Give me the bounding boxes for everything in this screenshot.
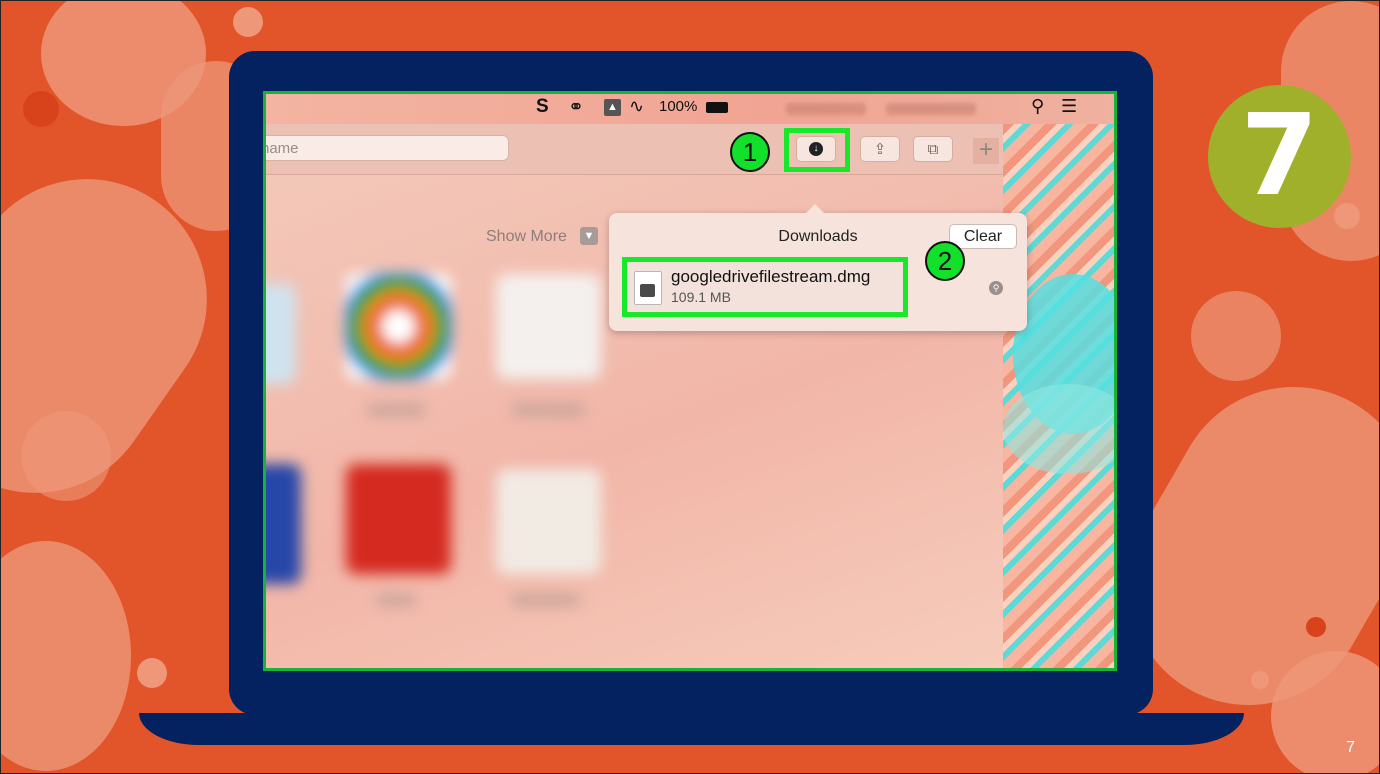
bg-dot — [23, 91, 59, 127]
blurred-clock — [786, 103, 866, 115]
new-tab-button[interactable]: + — [973, 138, 999, 164]
callout-badge-1: 1 — [730, 132, 770, 172]
bg-blob — [1, 541, 131, 771]
bg-dot — [233, 7, 263, 37]
favorite-tile-label — [511, 594, 581, 606]
download-size: 109.1 MB — [671, 289, 731, 305]
bg-dot — [137, 658, 167, 688]
callout-badge-2: 2 — [925, 241, 965, 281]
download-filename: googledrivefilestream.dmg — [671, 267, 871, 286]
show-more-label[interactable]: Show More — [486, 228, 567, 246]
highlight-downloads-button — [784, 128, 850, 172]
battery-icon[interactable] — [706, 102, 728, 113]
bg-dot — [1251, 671, 1269, 689]
bg-blob — [1191, 291, 1281, 381]
tabs-icon: ⧉ — [927, 140, 939, 158]
disk-glyph — [640, 284, 655, 297]
list-icon[interactable]: ☰ — [1061, 96, 1077, 117]
address-bar[interactable]: name — [266, 135, 509, 161]
share-button[interactable]: ⇪ — [860, 136, 900, 162]
clear-button[interactable]: Clear — [949, 224, 1017, 249]
wifi-icon[interactable]: ∿ — [629, 96, 644, 117]
bg-dot — [1334, 203, 1360, 229]
slide: S ⚭ ▲ ∿ 100% ⚲ ☰ name ↓ ⇪ ⧉ + Show More … — [0, 0, 1380, 774]
favorite-tile-google[interactable] — [346, 274, 451, 379]
reveal-in-finder-icon[interactable]: ⚲ — [989, 281, 1003, 295]
download-item[interactable]: googledrivefilestream.dmg 109.1 MB — [622, 257, 908, 317]
favorite-tile-label — [511, 404, 586, 416]
scribble-s-icon[interactable]: S — [536, 96, 549, 118]
browser-toolbar: name ↓ ⇪ ⧉ + — [266, 124, 1003, 175]
downloads-popover: Downloads Clear googledrivefilestream.dm… — [609, 204, 1027, 331]
menu-bar: S ⚭ ▲ ∿ 100% ⚲ ☰ — [266, 94, 1114, 124]
tabs-button[interactable]: ⧉ — [913, 136, 953, 162]
favorite-tile-label — [376, 594, 416, 606]
google-drive-icon[interactable]: ▲ — [604, 99, 621, 116]
laptop-base — [139, 713, 1244, 745]
bg-dot — [1306, 617, 1326, 637]
favorite-tile-label — [366, 404, 426, 416]
screenshot-frame: S ⚭ ▲ ∿ 100% ⚲ ☰ name ↓ ⇪ ⧉ + Show More … — [263, 91, 1117, 671]
battery-label: 100% — [659, 98, 698, 115]
bg-blob — [21, 411, 111, 501]
step-number-badge: 7 — [1208, 85, 1351, 228]
favorite-tile[interactable] — [266, 284, 296, 384]
wallpaper-wave — [1003, 384, 1114, 474]
plus-icon: + — [978, 136, 993, 163]
share-icon: ⇪ — [873, 141, 887, 158]
desktop-wallpaper — [1003, 124, 1114, 668]
creative-cloud-icon[interactable]: ⚭ — [568, 96, 584, 119]
dmg-file-icon — [634, 271, 662, 305]
page-number: 7 — [1346, 739, 1355, 756]
favorite-tile[interactable] — [496, 274, 601, 379]
favorite-tile[interactable] — [346, 464, 451, 574]
favorite-tile[interactable] — [496, 469, 601, 574]
blurred-user — [886, 103, 976, 115]
chevron-down-icon[interactable]: ▼ — [580, 227, 598, 245]
favorite-tile[interactable] — [266, 464, 301, 584]
search-icon[interactable]: ⚲ — [1031, 96, 1044, 117]
safari-window: name ↓ ⇪ ⧉ + Show More ▼ Downloads Clear… — [266, 124, 1027, 668]
